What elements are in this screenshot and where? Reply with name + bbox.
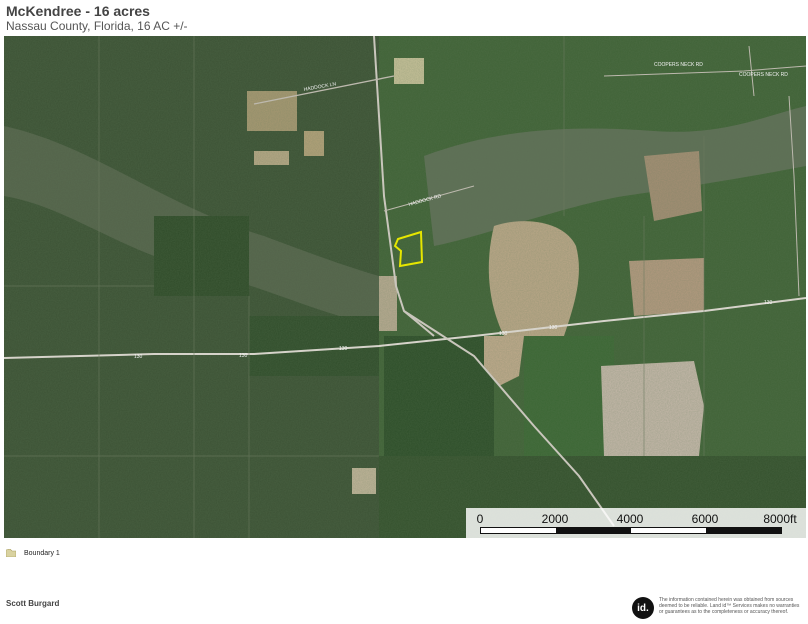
scale-label: 2000 <box>541 512 569 526</box>
land-id-logo: id. <box>632 597 654 619</box>
scale-segment <box>556 528 631 533</box>
disclaimer-text: The information contained herein was obt… <box>659 597 800 615</box>
scale-track <box>480 527 782 534</box>
scale-label: 4000 <box>616 512 644 526</box>
author-name: Scott Burgard <box>6 599 60 608</box>
road-label: 130 <box>764 300 773 306</box>
legend: Boundary 1 <box>6 549 60 557</box>
road-label: 130 <box>549 325 558 331</box>
road-label: 130 <box>499 331 508 337</box>
scale-segment <box>706 528 781 533</box>
map-title: McKendree - 16 acres <box>6 3 150 19</box>
road-label: COOPERS NECK RD <box>654 62 703 68</box>
map-subtitle: Nassau County, Florida, 16 AC +/- <box>6 19 188 33</box>
boundary-legend-icon <box>6 549 16 557</box>
terrain-texture <box>4 36 806 538</box>
road-label: 130 <box>239 353 248 359</box>
aerial-map[interactable]: HADDOCK LN HADDOCK RD COOPERS NECK RD CO… <box>4 36 806 538</box>
scale-bar: 0 2000 4000 6000 8000ft <box>466 508 806 538</box>
road-label: 130 <box>339 346 348 352</box>
aerial-map-canvas: HADDOCK LN HADDOCK RD COOPERS NECK RD CO… <box>4 36 806 538</box>
road-label: COOPERS NECK RD <box>739 72 788 78</box>
scale-label: 0 <box>476 512 484 526</box>
scale-label: 8000ft <box>763 512 797 526</box>
road-label: 130 <box>134 354 143 360</box>
scale-label: 6000 <box>691 512 719 526</box>
legend-label: Boundary 1 <box>24 549 60 557</box>
